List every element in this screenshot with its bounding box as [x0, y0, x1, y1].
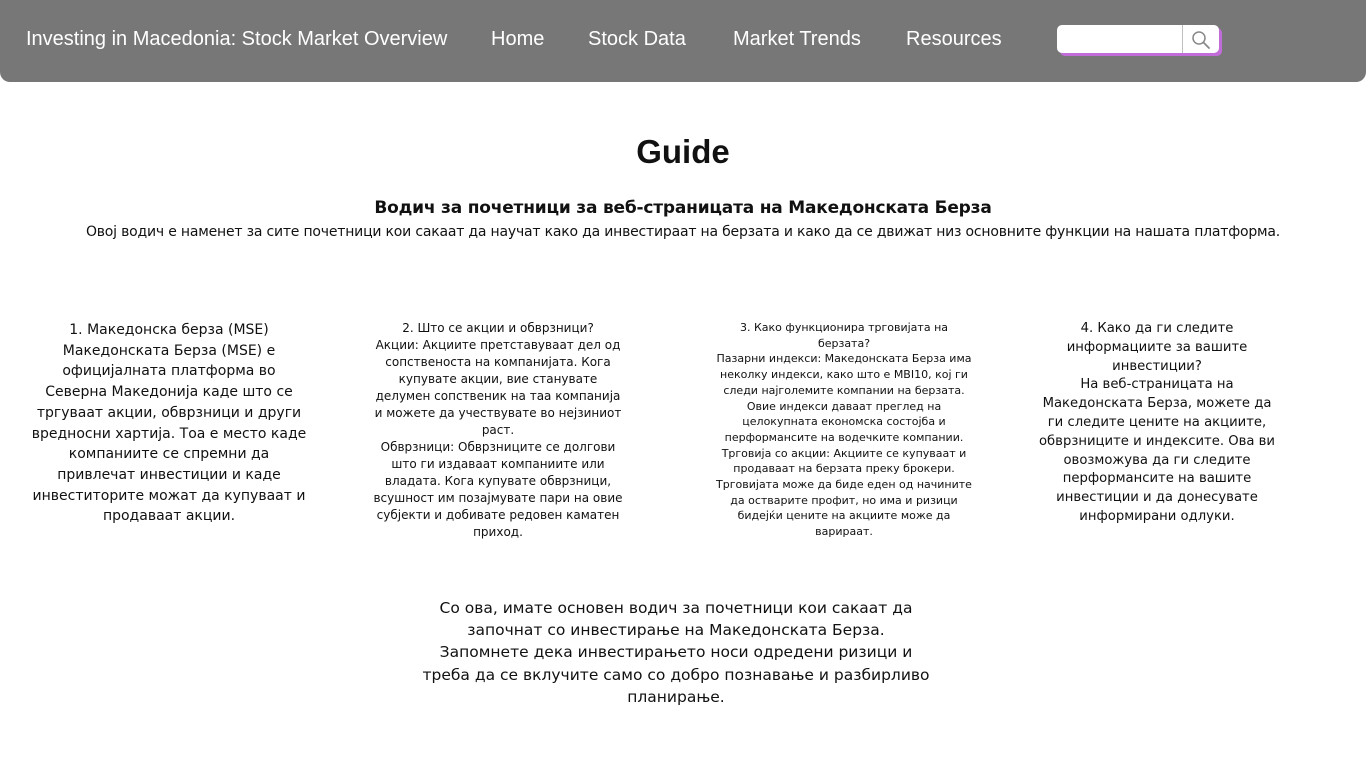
section-text: Обврзници: Обврзниците се долгови што ги… — [373, 440, 623, 539]
section-heading: 4. Како да ги следите информациите за ва… — [1066, 321, 1248, 374]
intro-paragraph: Овој водич е наменет за сите почетници к… — [85, 224, 1281, 240]
search-icon — [1192, 31, 1210, 49]
section-tracking: 4. Како да ги следите информациите за ва… — [1036, 320, 1278, 527]
section-heading: 3. Како функционира трговијата на берзат… — [740, 321, 948, 350]
section-text: Трговија со акции: Акциите се купуваат и… — [716, 446, 972, 539]
section-trading: 3. Како функционира трговијата на берзат… — [713, 320, 975, 540]
section-text: Акции: Акциите претставуваат дел од сопс… — [374, 338, 622, 437]
page-title: Guide — [636, 133, 730, 170]
section-text: На веб-страницата на Македонската Берза,… — [1038, 377, 1275, 524]
search-box — [1057, 25, 1219, 53]
section-heading: 1. Македонска берза (MSE) — [69, 322, 269, 338]
search-button[interactable] — [1182, 25, 1219, 53]
outro-paragraph: Со ова, имате основен водич за почетници… — [422, 599, 930, 706]
search-input[interactable] — [1057, 25, 1175, 53]
nav-link-market-trends[interactable]: Market Trends — [733, 27, 861, 51]
section-mse: 1. Македонска берза (MSE) Македонската Б… — [30, 320, 308, 527]
section-stocks-bonds: 2. Што се акции и обврзници? Акции: Акци… — [370, 320, 626, 541]
section-text: Македонската Берза (MSE) е официјалната … — [31, 342, 307, 525]
nav-link-resources[interactable]: Resources — [906, 27, 1002, 51]
nav-link-stock-data[interactable]: Stock Data — [588, 27, 686, 51]
guide-subtitle: Водич за почетници за веб-страницата на … — [374, 198, 992, 218]
site-title: Investing in Macedonia: Stock Market Ove… — [26, 28, 448, 50]
section-heading: 2. Што се акции и обврзници? — [402, 321, 594, 335]
nav-link-home[interactable]: Home — [491, 27, 544, 51]
section-text: Пазарни индекси: Македонската Берза има … — [716, 352, 972, 444]
top-navbar: Investing in Macedonia: Stock Market Ove… — [0, 0, 1366, 82]
